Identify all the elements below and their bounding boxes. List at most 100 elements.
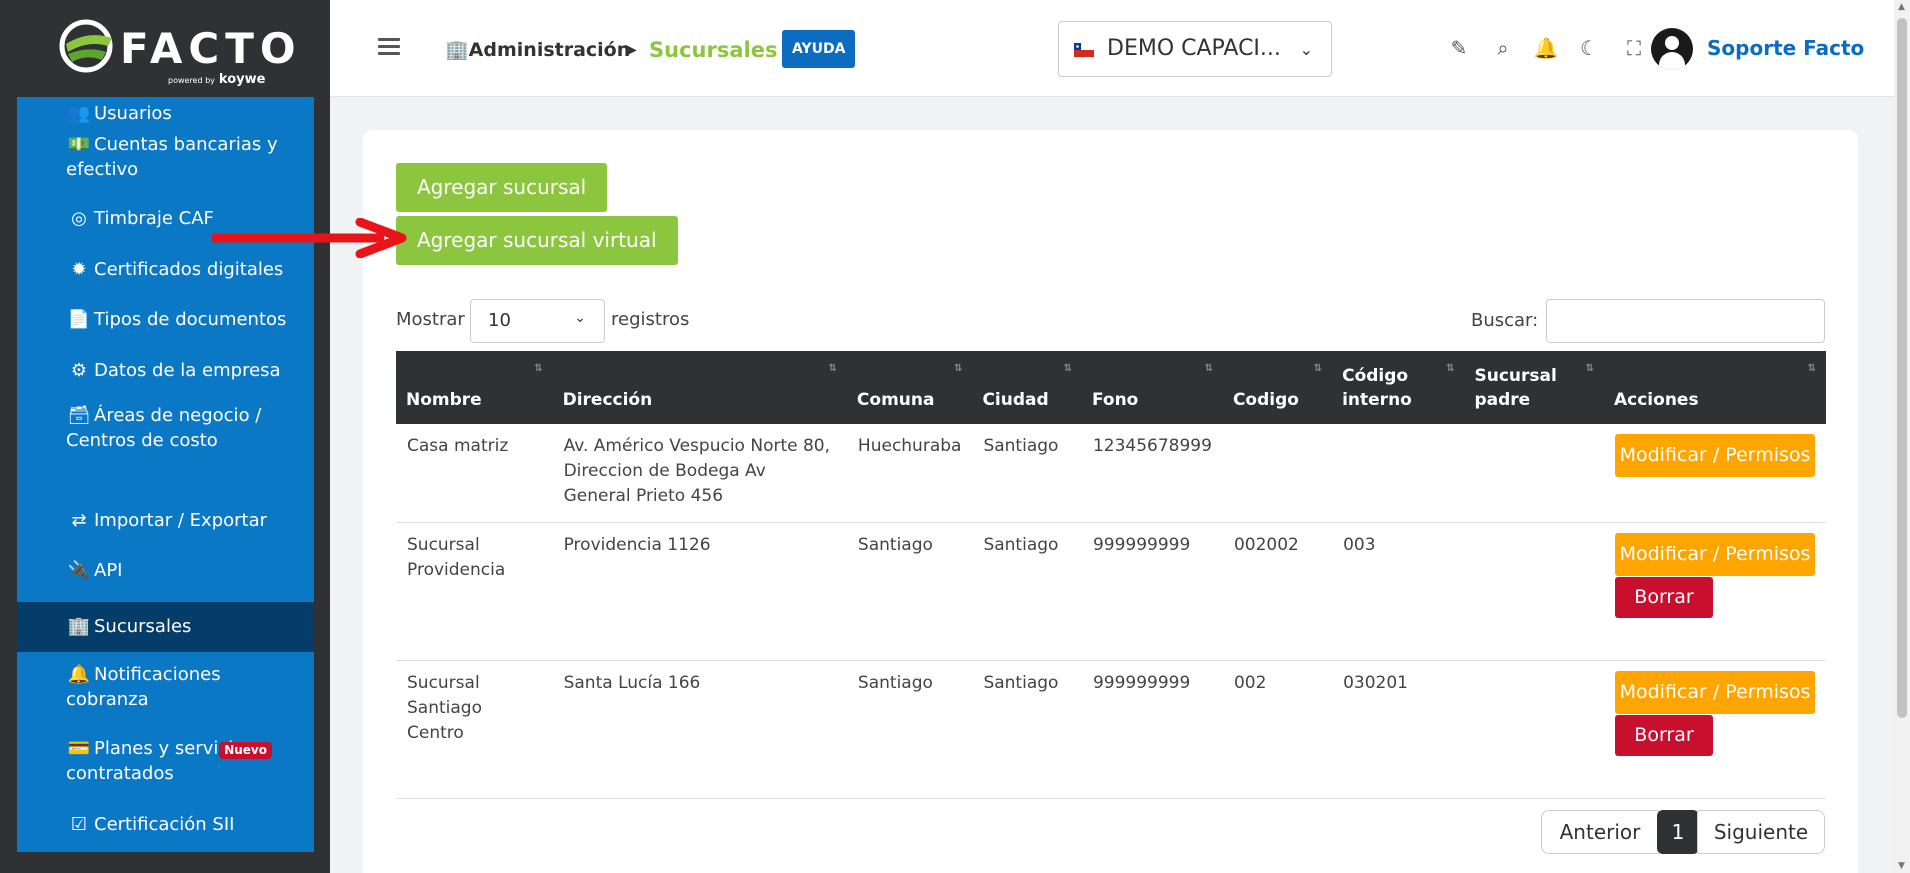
building-icon: 🏢 [445, 39, 469, 61]
sidebar-item-label: API [94, 560, 123, 581]
add-virtual-branch-button[interactable]: Agregar sucursal virtual [396, 216, 678, 265]
sort-icon: ⇅ [828, 363, 837, 374]
moon-icon[interactable]: ☾ [1576, 35, 1602, 61]
sort-icon: ⇅ [954, 363, 963, 374]
cell-ciudad: Santiago [972, 660, 1082, 799]
cell-direccion: Santa Lucía 166 [552, 660, 847, 799]
cell-nombre: Sucursal Providencia [396, 522, 553, 661]
cell-acciones: Modificar / Permisos Borrar [1604, 660, 1826, 799]
cell-comuna: Santiago [846, 522, 973, 661]
cell-codigo-interno [1332, 424, 1465, 523]
table-row: Sucursal Providencia Providencia 1126 Sa… [396, 522, 1826, 661]
sort-icon: ⇅ [1063, 363, 1072, 374]
pagination-previous[interactable]: Anterior [1541, 810, 1659, 854]
modify-permissions-button[interactable]: Modificar / Permisos [1615, 434, 1815, 477]
avatar[interactable] [1651, 28, 1693, 70]
sort-icon: ⇅ [1446, 363, 1455, 374]
header-nombre[interactable]: Nombre ⇅ [396, 351, 553, 424]
sidebar-item-planes[interactable]: 💳 Planes y servicios contratados Nuevo [17, 736, 314, 796]
topbar: 🏢Administración ▶ Sucursales AYUDA DEMO … [330, 0, 1894, 97]
building-icon: 🏢 [67, 616, 91, 637]
cell-codigo-interno: 030201 [1332, 660, 1465, 799]
header-direccion[interactable]: Dirección ⇅ [552, 351, 847, 424]
sidebar-item-notificaciones[interactable]: 🔔 Notificaciones cobranza [17, 662, 314, 722]
sidebar-item-label: Timbraje CAF [94, 208, 214, 229]
bell-icon[interactable]: 🔔 [1533, 35, 1559, 61]
header-sucursal-padre[interactable]: Sucursal padre ⇅ [1464, 351, 1604, 424]
facto-logo[interactable]: FACTO powered by koywe [58, 14, 296, 87]
cell-codigo [1222, 424, 1333, 523]
cell-fono: 12345678999 [1081, 424, 1223, 523]
modify-permissions-button[interactable]: Modificar / Permisos [1615, 532, 1815, 576]
add-branch-button[interactable]: Agregar sucursal [396, 163, 608, 212]
company-name: DEMO CAPACI... [1107, 36, 1281, 61]
cell-codigo-interno: 003 [1332, 522, 1465, 661]
search-label: Buscar: [1471, 310, 1539, 331]
edit-document-icon[interactable]: ✎ [1446, 35, 1472, 61]
company-selector[interactable]: DEMO CAPACI... ⌄ [1058, 21, 1332, 77]
user-name[interactable]: Soporte Facto [1707, 36, 1864, 60]
modify-permissions-button[interactable]: Modificar / Permisos [1615, 670, 1815, 714]
chile-flag-icon [1074, 43, 1094, 57]
scroll-down-icon[interactable]: ▼ [1898, 861, 1905, 871]
sidebar-item-label: Importar / Exportar [94, 510, 268, 531]
sidebar-item-datos-empresa[interactable]: ⚙ Datos de la empresa [17, 348, 314, 393]
sort-icon: ⇅ [1313, 363, 1323, 374]
chevron-down-icon: ⌄ [1299, 40, 1313, 59]
search-icon[interactable]: ⌕ [1490, 35, 1516, 61]
cell-acciones: Modificar / Permisos [1604, 424, 1826, 523]
file-icon: 📄 [67, 309, 91, 330]
certificate-icon: ✹ [71, 259, 87, 280]
sidebar-item-api[interactable]: 🔌 API [17, 547, 314, 592]
pagination-next[interactable]: Siguiente [1697, 810, 1825, 854]
sidebar-item-importar-exportar[interactable]: ⇄ Importar / Exportar [17, 497, 314, 542]
breadcrumb-current: Sucursales [649, 38, 778, 62]
chevron-down-icon: ⌄ [574, 310, 586, 326]
header-codigo-interno[interactable]: Código interno ⇅ [1332, 351, 1465, 424]
sidebar-item-label: Usuarios [94, 103, 172, 124]
bell-icon: 🔔 [67, 664, 91, 685]
sidebar-menu: 👥 Usuarios 💵 Cuentas bancarias y efectivo … [17, 97, 314, 852]
sidebar-item-cuentas[interactable]: 💵 Cuentas bancarias y efectivo [17, 132, 314, 192]
fullscreen-icon[interactable]: ⛶ [1621, 35, 1647, 61]
breadcrumb-separator-icon: ▶ [626, 42, 637, 58]
header-comuna[interactable]: Comuna ⇅ [846, 351, 973, 424]
menu-toggle-icon[interactable] [378, 38, 400, 56]
scroll-up-icon[interactable]: ▲ [1898, 2, 1905, 12]
scroll-thumb[interactable] [1897, 18, 1907, 718]
target-icon: ◎ [71, 208, 87, 229]
cell-nombre: Casa matriz [396, 424, 553, 523]
sidebar-item-certificacion-sii[interactable]: ☑ Certificación SII [17, 812, 314, 852]
sidebar-item-label: Áreas de negocio / Centros de costo [66, 405, 262, 451]
cell-sucursal-padre [1464, 522, 1604, 661]
sidebar-item-label: Cuentas bancarias y efectivo [66, 134, 278, 180]
sidebar-item-areas-negocio[interactable]: 🗃 Áreas de negocio / Centros de costo [17, 395, 314, 455]
cell-sucursal-padre [1464, 424, 1604, 523]
cell-comuna: Santiago [846, 660, 973, 799]
sidebar-item-label: Tipos de documentos [94, 309, 287, 330]
breadcrumb-parent[interactable]: 🏢Administración [445, 38, 630, 63]
sidebar-item-label: Certificación SII [94, 814, 235, 835]
sidebar-item-tipos-documentos[interactable]: 📄 Tipos de documentos [17, 297, 314, 342]
sort-icon: ⇅ [1807, 363, 1816, 374]
header-codigo[interactable]: Codigo ⇅ [1222, 351, 1333, 424]
sort-icon: ⇅ [1585, 363, 1594, 374]
header-fono[interactable]: Fono ⇅ [1081, 351, 1223, 424]
header-ciudad[interactable]: Ciudad ⇅ [972, 351, 1082, 424]
table-row: Sucursal Santiago Centro Santa Lucía 166… [396, 660, 1826, 799]
search-input[interactable] [1546, 299, 1825, 343]
cell-codigo: 002002 [1222, 522, 1333, 661]
pagination-page[interactable]: 1 [1657, 810, 1699, 854]
records-label: registros [611, 309, 690, 330]
cell-direccion: Av. Américo Vespucio Norte 80, Direccion… [552, 424, 847, 523]
page-scrollbar[interactable]: ▲ ▼ [1894, 0, 1910, 873]
page-size-select[interactable]: 10 ⌄ [470, 299, 605, 343]
help-button[interactable]: AYUDA [782, 30, 856, 68]
cell-direccion: Providencia 1126 [552, 522, 847, 661]
table-row: Casa matriz Av. Américo Vespucio Norte 8… [396, 424, 1826, 523]
cell-nombre: Sucursal Santiago Centro [396, 660, 553, 799]
delete-button[interactable]: Borrar [1615, 714, 1713, 756]
sidebar-item-sucursales[interactable]: 🏢 Sucursales [17, 602, 314, 652]
delete-button[interactable]: Borrar [1615, 576, 1713, 618]
main-card: Agregar sucursal Agregar sucursal virtua… [363, 130, 1858, 873]
